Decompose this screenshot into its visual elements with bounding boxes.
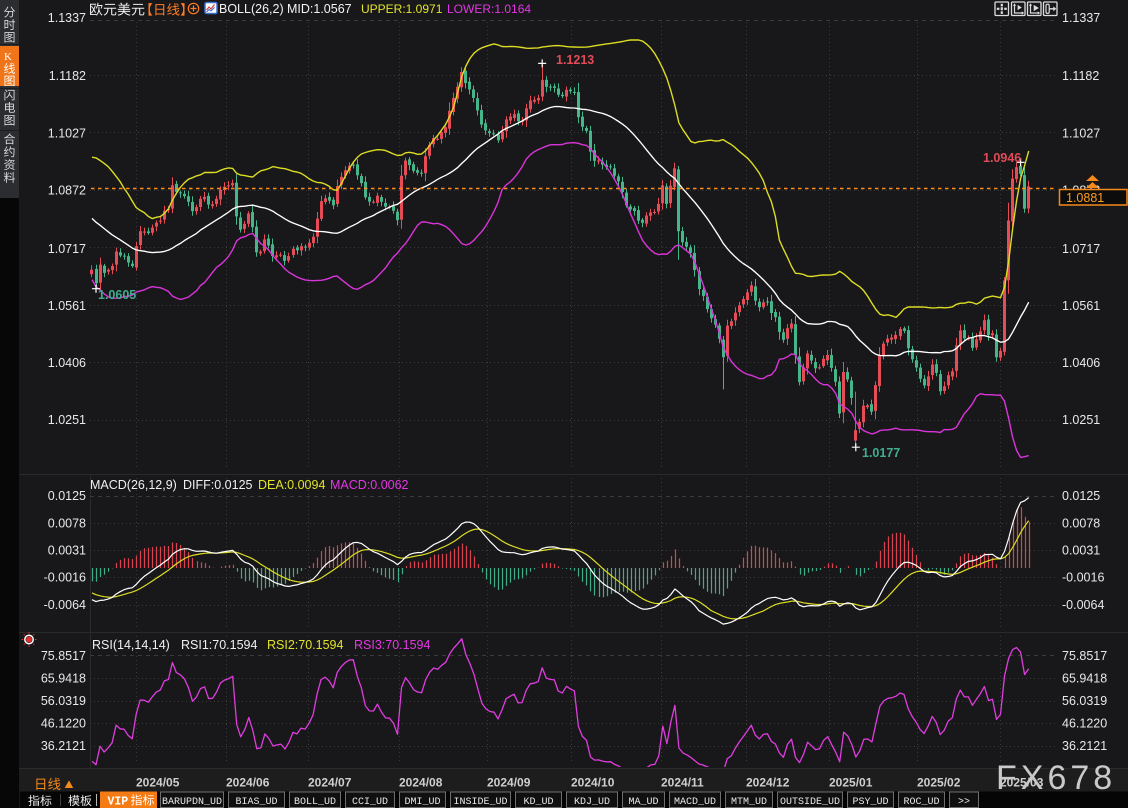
svg-text:1.0561: 1.0561: [48, 299, 86, 313]
svg-text:1.0561: 1.0561: [1062, 299, 1100, 313]
svg-text:75.8517: 75.8517: [1062, 649, 1107, 663]
svg-text:MA_UD: MA_UD: [628, 797, 658, 808]
svg-text:RSI1:70.1594: RSI1:70.1594: [181, 638, 257, 652]
svg-text:-0.0016: -0.0016: [44, 571, 86, 585]
svg-text:0.0078: 0.0078: [48, 517, 86, 531]
svg-text:VIP: VIP: [108, 796, 129, 808]
svg-text:2024/09: 2024/09: [487, 776, 531, 790]
svg-text:1.1182: 1.1182: [1062, 69, 1099, 83]
svg-text:2024/10: 2024/10: [571, 776, 615, 790]
svg-text:1.0881: 1.0881: [1066, 191, 1104, 205]
svg-text:1.1337: 1.1337: [1062, 11, 1100, 25]
svg-text:DIFF:0.0125: DIFF:0.0125: [183, 478, 253, 492]
svg-text:DEA:0.0094: DEA:0.0094: [258, 478, 325, 492]
svg-text:1.1213: 1.1213: [556, 53, 594, 67]
svg-text:UPPER:1.0971: UPPER:1.0971: [361, 2, 443, 16]
svg-text:75.8517: 75.8517: [41, 649, 86, 663]
svg-text:0.0031: 0.0031: [1062, 544, 1100, 558]
svg-text:1.0872: 1.0872: [48, 184, 86, 198]
svg-text:LOWER:1.0164: LOWER:1.0164: [447, 2, 531, 16]
svg-text:2025/01: 2025/01: [829, 776, 873, 790]
svg-text:46.1220: 46.1220: [1062, 717, 1107, 731]
svg-text:56.0319: 56.0319: [41, 694, 86, 708]
svg-text:2024/07: 2024/07: [308, 776, 352, 790]
svg-text:1.0946: 1.0946: [983, 151, 1021, 165]
svg-text:36.2121: 36.2121: [1062, 739, 1107, 753]
svg-text:MACD(26,12,9): MACD(26,12,9): [90, 478, 177, 492]
svg-text:1.0605: 1.0605: [98, 288, 136, 302]
svg-text:PSY_UD: PSY_UD: [852, 797, 888, 808]
svg-text:0.0125: 0.0125: [48, 489, 86, 503]
svg-text:65.9418: 65.9418: [1062, 672, 1107, 686]
svg-text:MTM_UD: MTM_UD: [731, 797, 767, 808]
svg-text:K: K: [4, 51, 12, 63]
svg-text:2025/02: 2025/02: [917, 776, 961, 790]
svg-text:FX678: FX678: [996, 759, 1116, 797]
svg-text:2024/11: 2024/11: [661, 776, 704, 790]
svg-text:BOLL_UD: BOLL_UD: [294, 797, 336, 808]
svg-text:RSI(14,14,14): RSI(14,14,14): [92, 638, 170, 652]
svg-text:RSI2:70.1594: RSI2:70.1594: [267, 638, 343, 652]
svg-text:1.1337: 1.1337: [48, 11, 86, 25]
svg-text:BOLL(26,2): BOLL(26,2): [219, 2, 284, 16]
svg-text:2024/12: 2024/12: [746, 776, 790, 790]
svg-text:46.1220: 46.1220: [41, 717, 86, 731]
svg-text:-0.0064: -0.0064: [1062, 598, 1104, 612]
svg-text:0.0125: 0.0125: [1062, 489, 1100, 503]
svg-text:1.0251: 1.0251: [48, 413, 86, 427]
svg-text:2024/06: 2024/06: [226, 776, 270, 790]
svg-text:MACD:0.0062: MACD:0.0062: [330, 478, 409, 492]
svg-text:36.2121: 36.2121: [41, 739, 86, 753]
svg-text:65.9418: 65.9418: [41, 672, 86, 686]
svg-text:INSIDE_UD: INSIDE_UD: [453, 797, 507, 808]
svg-text:-0.0064: -0.0064: [44, 598, 86, 612]
svg-text:1.0406: 1.0406: [1062, 356, 1100, 370]
svg-text:1.1027: 1.1027: [1062, 127, 1100, 141]
svg-text:BARUPDN_UD: BARUPDN_UD: [162, 797, 222, 808]
svg-text:0.0031: 0.0031: [48, 544, 86, 558]
svg-text:1.0406: 1.0406: [48, 356, 86, 370]
svg-text:RSI3:70.1594: RSI3:70.1594: [354, 638, 430, 652]
svg-text:1.1182: 1.1182: [49, 69, 86, 83]
svg-text:1.0717: 1.0717: [48, 242, 86, 256]
svg-text:56.0319: 56.0319: [1062, 694, 1107, 708]
svg-text:-0.0016: -0.0016: [1062, 571, 1104, 585]
svg-text:1.1027: 1.1027: [48, 127, 86, 141]
svg-text:KDJ_UD: KDJ_UD: [574, 797, 610, 808]
svg-text:MACD_UD: MACD_UD: [674, 797, 716, 808]
svg-text:1.0717: 1.0717: [1062, 242, 1100, 256]
svg-text:BIAS_UD: BIAS_UD: [235, 797, 277, 808]
svg-text:1.0177: 1.0177: [862, 446, 900, 460]
svg-text:MID:1.0567: MID:1.0567: [287, 2, 352, 16]
svg-text:KD_UD: KD_UD: [523, 797, 553, 808]
svg-text:2024/08: 2024/08: [399, 776, 443, 790]
svg-text:OUTSIDE_UD: OUTSIDE_UD: [780, 797, 840, 808]
svg-text:CCI_UD: CCI_UD: [352, 797, 388, 808]
svg-text:2024/05: 2024/05: [136, 776, 180, 790]
svg-text:DMI_UD: DMI_UD: [404, 797, 440, 808]
svg-text:0.0078: 0.0078: [1062, 517, 1100, 531]
svg-text:>>: >>: [958, 797, 970, 808]
svg-text:ROC_UD: ROC_UD: [903, 797, 939, 808]
svg-text:1.0251: 1.0251: [1062, 413, 1100, 427]
